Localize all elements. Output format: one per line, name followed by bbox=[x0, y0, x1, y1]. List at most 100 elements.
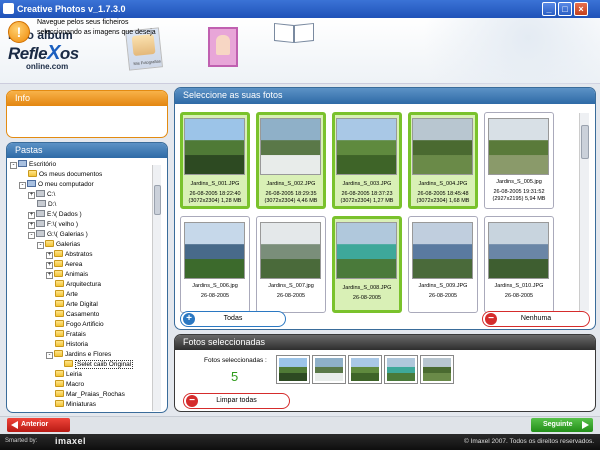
drive-icon bbox=[36, 230, 45, 237]
tree-item-label: O meu computador bbox=[38, 181, 94, 188]
photo-thumbnail[interactable]: Jardins_S_004.JPG 26-08-2005 18:45:48 (307… bbox=[408, 112, 478, 209]
tree-item[interactable]: Arte Digital bbox=[55, 300, 98, 309]
collapse-icon[interactable]: - bbox=[37, 242, 44, 249]
tree-item[interactable]: + Aerea bbox=[46, 260, 82, 269]
maximize-button[interactable]: □ bbox=[558, 2, 572, 16]
selected-photo-thumbnail[interactable] bbox=[420, 355, 454, 384]
tree-item[interactable]: Fratais bbox=[55, 330, 86, 339]
folder-icon bbox=[55, 380, 64, 387]
tree-item[interactable]: Arte bbox=[55, 290, 78, 299]
logo-brand-part: Refle bbox=[8, 44, 48, 63]
photo-thumbnail[interactable]: Jardins_S_008.JPG 26-08-2005 bbox=[332, 216, 402, 313]
portrait-icon bbox=[216, 35, 230, 55]
tree-item-label: F:\( velho ) bbox=[47, 221, 79, 228]
tree-item[interactable]: Mar_Praias_Rochas bbox=[55, 390, 125, 399]
expand-icon[interactable]: + bbox=[28, 192, 35, 199]
photo-image bbox=[412, 222, 473, 279]
minimize-button[interactable]: _ bbox=[542, 2, 556, 16]
tree-item-label: Abstratos bbox=[65, 251, 93, 258]
tree-item[interactable]: Macro bbox=[55, 380, 84, 389]
tree-item[interactable]: - Escritório bbox=[10, 160, 56, 169]
close-button[interactable]: × bbox=[574, 2, 588, 16]
tree-item[interactable]: Miniaturas bbox=[55, 400, 96, 409]
scrollbar-thumb[interactable] bbox=[154, 185, 161, 215]
select-all-button[interactable]: + Todas bbox=[180, 311, 286, 327]
selected-photo-image bbox=[351, 358, 379, 381]
folder-icon bbox=[55, 390, 64, 397]
tree-item[interactable]: + F:\( velho ) bbox=[28, 220, 78, 229]
selected-photo-thumbnail[interactable] bbox=[348, 355, 382, 384]
title-bar: Creative Photos v_1.7.3.0 _ □ × bbox=[0, 0, 600, 18]
selected-photo-thumbnail[interactable] bbox=[384, 355, 418, 384]
copyright-text: © Imaxel 2007. Todos os direitos reserva… bbox=[463, 438, 594, 445]
tree-item[interactable]: Casamento bbox=[55, 310, 99, 319]
expand-icon[interactable]: + bbox=[28, 212, 35, 219]
tree-item[interactable]: + E:\( Dados ) bbox=[28, 210, 82, 219]
selected-count: 5 bbox=[231, 369, 239, 384]
select-none-button[interactable]: − Nenhuma bbox=[482, 311, 590, 327]
photo-thumbnail[interactable]: Jardins_S_005.jpg 26-08-2005 19:31:52 (292… bbox=[484, 112, 554, 209]
tree-item[interactable]: Leiria bbox=[55, 370, 82, 379]
photo-date: 26-08-2005 18:22:40 bbox=[189, 191, 241, 197]
tree-item-label: Arte Digital bbox=[66, 301, 98, 308]
photo-name: Jardins_S_008.JPG bbox=[342, 285, 392, 291]
tree-item[interactable]: + Abstratos bbox=[46, 250, 92, 259]
portrait-frame-icon[interactable] bbox=[208, 27, 238, 67]
collapse-icon[interactable]: - bbox=[28, 232, 35, 239]
collapse-icon[interactable]: - bbox=[46, 352, 53, 359]
tree-item[interactable]: Fogo Artificio bbox=[55, 320, 104, 329]
photo-grid-scrollbar[interactable] bbox=[579, 113, 589, 311]
photo-info: (3072x2304) 1,68 MB bbox=[416, 198, 470, 204]
folder-icon bbox=[55, 330, 64, 337]
folder-tree-scrollbar[interactable] bbox=[152, 165, 161, 411]
tree-item-label: Selet caiib Original bbox=[75, 360, 134, 369]
photo-thumbnail[interactable]: Jardins_S_001.JPG 26-08-2005 18:22:40 (307… bbox=[180, 112, 250, 209]
selected-photo-thumbnail[interactable] bbox=[312, 355, 346, 384]
smarted-by-label: Smarted by: bbox=[5, 438, 38, 444]
expand-icon[interactable]: + bbox=[28, 222, 35, 229]
photo-thumbnail[interactable]: Jardins_S_003.JPG 26-08-2005 18:37:23 (307… bbox=[332, 112, 402, 209]
photo-date: 26-08-2005 18:29:35 bbox=[265, 191, 317, 197]
tree-item[interactable]: Selet caiib Original bbox=[64, 360, 134, 369]
previous-button[interactable]: Anterior bbox=[7, 418, 70, 432]
tree-item[interactable]: - O meu computador bbox=[19, 180, 94, 189]
tree-item[interactable]: Arquitectura bbox=[55, 280, 101, 289]
scrollbar-thumb[interactable] bbox=[581, 125, 589, 159]
folder-icon bbox=[55, 340, 64, 347]
tree-item[interactable]: - Jardins e Flores bbox=[46, 350, 111, 359]
tree-item[interactable]: D:\ bbox=[37, 200, 56, 209]
folder-icon bbox=[55, 280, 64, 287]
folder-icon bbox=[54, 350, 63, 357]
folder-icon bbox=[55, 370, 64, 377]
tree-item[interactable]: Os meus documentos bbox=[28, 170, 102, 179]
photo-thumbnail[interactable]: Jardins_S_002.JPG 26-08-2005 18:29:35 (307… bbox=[256, 112, 326, 209]
tree-item[interactable]: - G:\( Galerias ) bbox=[28, 230, 88, 239]
photo-thumbnail[interactable]: Jardins_S_006.jpg 26-08-2005 bbox=[180, 216, 250, 313]
open-book-icon[interactable] bbox=[272, 22, 316, 46]
tree-item-label: Fogo Artificio bbox=[66, 321, 104, 328]
selected-photo-thumbnail[interactable] bbox=[276, 355, 310, 384]
tree-item[interactable]: Historia bbox=[55, 340, 88, 349]
tree-item[interactable]: - Galerias bbox=[37, 240, 80, 249]
collapse-icon[interactable]: - bbox=[19, 182, 26, 189]
clear-all-button[interactable]: − Limpar todas bbox=[183, 393, 290, 409]
folders-title: Pastas bbox=[7, 143, 167, 158]
tree-item-label: Galerias bbox=[56, 241, 81, 248]
next-button[interactable]: Seguinte bbox=[531, 418, 593, 432]
photo-image bbox=[260, 222, 321, 279]
selected-count-label: Fotos seleccionadas : bbox=[204, 357, 267, 364]
photo-album-caption: Mis Fotografias bbox=[133, 58, 161, 67]
computer-icon bbox=[27, 180, 36, 187]
photo-thumbnail[interactable]: Jardins_S_010.JPG 26-08-2005 bbox=[484, 216, 554, 313]
expand-icon[interactable]: + bbox=[46, 272, 53, 279]
expand-icon[interactable]: + bbox=[46, 262, 53, 269]
collapse-icon[interactable]: - bbox=[10, 162, 17, 169]
tree-item[interactable]: + C:\ bbox=[28, 190, 55, 199]
tree-item-label: E:\( Dados ) bbox=[47, 211, 82, 218]
expand-icon[interactable]: + bbox=[46, 252, 53, 259]
photo-thumbnail[interactable]: Jardins_S_007.jpg 26-08-2005 bbox=[256, 216, 326, 313]
photo-thumbnail[interactable]: Jardins_S_009.JPG 26-08-2005 bbox=[408, 216, 478, 313]
tree-item-label: Casamento bbox=[66, 311, 100, 318]
photo-name: Jardins_S_009.JPG bbox=[418, 283, 468, 289]
tree-item[interactable]: + Animais bbox=[46, 270, 88, 279]
